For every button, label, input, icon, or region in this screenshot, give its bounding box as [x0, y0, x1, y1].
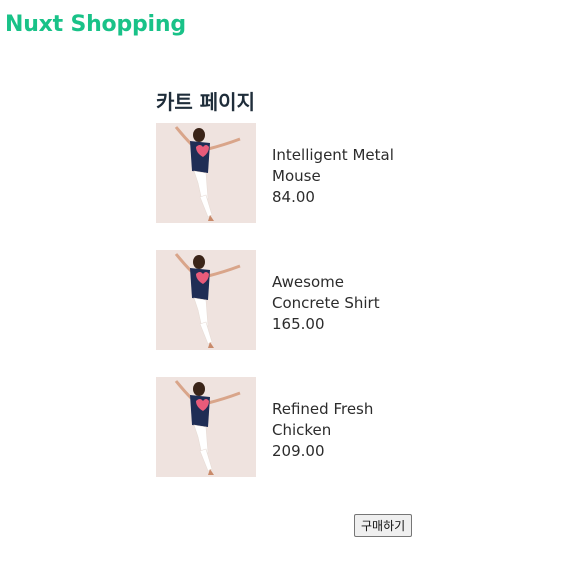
item-info: Intelligent Metal Mouse 84.00: [272, 139, 402, 208]
item-info: Awesome Concrete Shirt 165.00: [272, 266, 402, 335]
brand-title[interactable]: Nuxt Shopping: [5, 12, 186, 37]
page-title: 카트 페이지: [156, 90, 255, 114]
checkout-area: 구매하기: [354, 514, 413, 537]
cart-item: Refined Fresh Chicken 209.00: [156, 377, 456, 477]
product-image[interactable]: [156, 377, 256, 477]
purchase-button[interactable]: 구매하기: [354, 514, 413, 537]
item-name: Awesome Concrete Shirt: [272, 272, 380, 312]
cart-list: Intelligent Metal Mouse 84.00 Awesome Co…: [156, 123, 456, 477]
cart-page: 카트 페이지 Intelligent Metal Mouse 84.00 Awe…: [156, 88, 456, 504]
item-name: Intelligent Metal Mouse: [272, 145, 394, 185]
cart-item: Intelligent Metal Mouse 84.00: [156, 123, 456, 223]
cart-item: Awesome Concrete Shirt 165.00: [156, 250, 456, 350]
item-price: 165.00: [272, 314, 325, 333]
item-name: Refined Fresh Chicken: [272, 399, 374, 439]
product-image[interactable]: [156, 123, 256, 223]
item-price: 84.00: [272, 187, 315, 206]
product-image[interactable]: [156, 250, 256, 350]
item-info: Refined Fresh Chicken 209.00: [272, 393, 402, 462]
item-price: 209.00: [272, 441, 325, 460]
app-header: Nuxt Shopping: [5, 12, 186, 37]
